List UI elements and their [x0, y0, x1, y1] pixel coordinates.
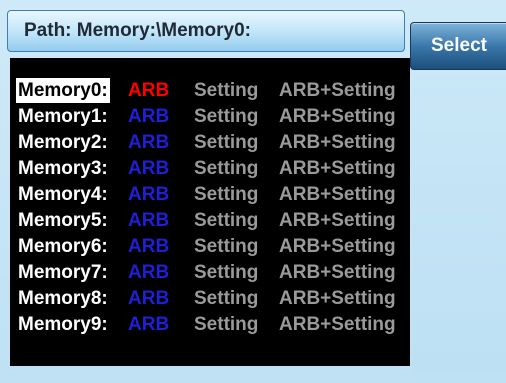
memory-name-8[interactable]: Memory8:: [18, 286, 108, 311]
memory-name-2[interactable]: Memory2:: [18, 130, 108, 155]
memory-name-7[interactable]: Memory7:: [18, 260, 108, 285]
memory-row-3: Memory3: ARB Setting ARB+Setting: [10, 156, 410, 181]
memory-arb-option-2[interactable]: ARB: [128, 130, 169, 155]
memory-row-0: Memory0: ARB Setting ARB+Setting: [10, 78, 410, 103]
memory-row-4: Memory4: ARB Setting ARB+Setting: [10, 182, 410, 207]
memory-browser-screen: Path: Memory:\Memory0: Select Memory0: A…: [0, 0, 506, 383]
memory-arb-option-8[interactable]: ARB: [128, 286, 169, 311]
memory-arb-setting-option-5[interactable]: ARB+Setting: [279, 208, 396, 233]
memory-arb-option-7[interactable]: ARB: [128, 260, 169, 285]
memory-setting-option-3[interactable]: Setting: [194, 156, 258, 181]
memory-arb-setting-option-8[interactable]: ARB+Setting: [279, 286, 396, 311]
memory-arb-setting-option-1[interactable]: ARB+Setting: [279, 104, 396, 129]
memory-arb-setting-option-4[interactable]: ARB+Setting: [279, 182, 396, 207]
memory-arb-option-0[interactable]: ARB: [128, 78, 169, 103]
memory-row-9: Memory9: ARB Setting ARB+Setting: [10, 312, 410, 337]
memory-setting-option-0[interactable]: Setting: [194, 78, 258, 103]
memory-arb-option-5[interactable]: ARB: [128, 208, 169, 233]
softkey-panel: [412, 74, 506, 374]
memory-setting-option-8[interactable]: Setting: [194, 286, 258, 311]
memory-arb-option-6[interactable]: ARB: [128, 234, 169, 259]
memory-setting-option-7[interactable]: Setting: [194, 260, 258, 285]
memory-setting-option-4[interactable]: Setting: [194, 182, 258, 207]
memory-name-4[interactable]: Memory4:: [18, 182, 108, 207]
memory-setting-option-2[interactable]: Setting: [194, 130, 258, 155]
memory-row-7: Memory7: ARB Setting ARB+Setting: [10, 260, 410, 285]
path-label: Path: Memory:\Memory0:: [24, 20, 251, 41]
memory-name-5[interactable]: Memory5:: [18, 208, 108, 233]
memory-setting-option-9[interactable]: Setting: [194, 312, 258, 337]
memory-row-1: Memory1: ARB Setting ARB+Setting: [10, 104, 410, 129]
memory-arb-setting-option-7[interactable]: ARB+Setting: [279, 260, 396, 285]
memory-name-9[interactable]: Memory9:: [18, 312, 108, 337]
memory-setting-option-1[interactable]: Setting: [194, 104, 258, 129]
memory-arb-option-3[interactable]: ARB: [128, 156, 169, 181]
memory-arb-setting-option-3[interactable]: ARB+Setting: [279, 156, 396, 181]
memory-name-1[interactable]: Memory1:: [18, 104, 108, 129]
memory-arb-option-1[interactable]: ARB: [128, 104, 169, 129]
memory-setting-option-5[interactable]: Setting: [194, 208, 258, 233]
memory-name-6[interactable]: Memory6:: [18, 234, 108, 259]
memory-arb-setting-option-2[interactable]: ARB+Setting: [279, 130, 396, 155]
memory-name-0[interactable]: Memory0:: [16, 78, 110, 103]
memory-row-6: Memory6: ARB Setting ARB+Setting: [10, 234, 410, 259]
select-softkey-button[interactable]: Select: [410, 22, 506, 70]
memory-arb-option-4[interactable]: ARB: [128, 182, 169, 207]
memory-arb-setting-option-0[interactable]: ARB+Setting: [279, 78, 396, 103]
memory-row-2: Memory2: ARB Setting ARB+Setting: [10, 130, 410, 155]
select-button-label: Select: [431, 35, 487, 56]
memory-list: Memory0: ARB Setting ARB+Setting Memory1…: [10, 58, 410, 366]
memory-arb-setting-option-6[interactable]: ARB+Setting: [279, 234, 396, 259]
memory-arb-option-9[interactable]: ARB: [128, 312, 169, 337]
memory-row-8: Memory8: ARB Setting ARB+Setting: [10, 286, 410, 311]
memory-name-3[interactable]: Memory3:: [18, 156, 108, 181]
memory-setting-option-6[interactable]: Setting: [194, 234, 258, 259]
memory-arb-setting-option-9[interactable]: ARB+Setting: [279, 312, 396, 337]
path-bar: Path: Memory:\Memory0:: [7, 10, 405, 52]
memory-row-5: Memory5: ARB Setting ARB+Setting: [10, 208, 410, 233]
